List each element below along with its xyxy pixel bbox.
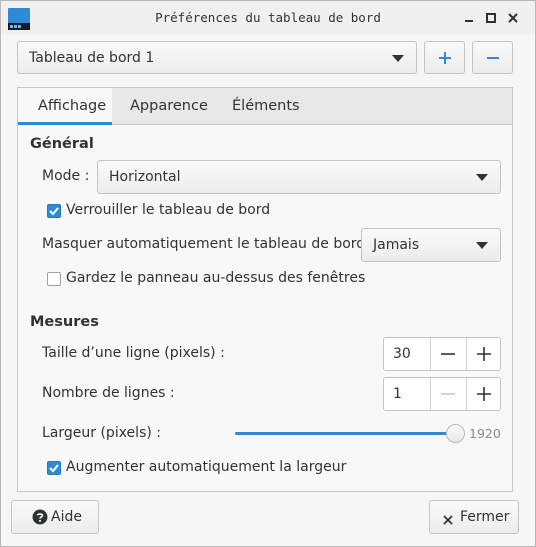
minus-icon xyxy=(441,393,455,395)
row-count-spinbutton[interactable]: 1 xyxy=(383,377,501,411)
measures-heading: Mesures xyxy=(30,314,99,330)
width-slider-handle[interactable] xyxy=(446,424,465,443)
checkmark-icon xyxy=(49,464,59,473)
width-label: Largeur (pixels) : xyxy=(42,425,161,441)
minimize-icon[interactable] xyxy=(461,10,477,26)
tab-affichage[interactable]: Affichage xyxy=(18,88,112,125)
checkmark-icon xyxy=(49,207,59,216)
tab-label: Apparence xyxy=(130,98,208,114)
plus-icon xyxy=(477,387,491,401)
keep-above-checkbox[interactable] xyxy=(47,272,61,286)
row-size-value[interactable]: 30 xyxy=(393,346,411,362)
auto-width-label[interactable]: Augmenter automatiquement la largeur xyxy=(66,459,346,475)
close-label: Fermer xyxy=(460,509,510,525)
window-title: Préférences du tableau de bord xyxy=(155,10,381,25)
tab-apparence[interactable]: Apparence xyxy=(130,88,208,124)
auto-width-checkbox[interactable] xyxy=(47,461,61,475)
help-button[interactable]: Aide xyxy=(11,500,99,534)
autohide-combo[interactable]: Jamais xyxy=(361,228,501,262)
row-size-decrement[interactable] xyxy=(430,338,467,370)
keep-above-label[interactable]: Gardez le panneau au-dessus des fenêtres xyxy=(66,270,365,286)
row-count-increment[interactable] xyxy=(466,378,501,410)
autohide-label: Masquer automatiquement le tableau de bo… xyxy=(42,236,375,252)
help-label: Aide xyxy=(51,509,82,525)
row-count-value[interactable]: 1 xyxy=(393,386,402,402)
panel-preferences-window: Préférences du tableau de bord Tableau d… xyxy=(0,0,536,547)
chevron-down-icon xyxy=(392,54,404,62)
help-icon xyxy=(32,509,48,525)
mode-value: Horizontal xyxy=(109,169,181,185)
panel-selector-combo[interactable]: Tableau de bord 1 xyxy=(17,41,417,74)
minus-icon xyxy=(487,57,499,59)
mode-combo[interactable]: Horizontal xyxy=(97,160,501,194)
row-count-decrement xyxy=(430,378,467,410)
tab-label: Affichage xyxy=(38,98,107,114)
row-count-label: Nombre de lignes : xyxy=(42,385,175,401)
plus-icon xyxy=(477,347,491,361)
width-value: 1920 xyxy=(469,426,501,441)
tab-elements[interactable]: Éléments xyxy=(232,88,300,124)
panel-selector-value: Tableau de bord 1 xyxy=(29,49,155,66)
row-size-increment[interactable] xyxy=(466,338,501,370)
title-bar[interactable]: Préférences du tableau de bord xyxy=(1,1,535,35)
minus-icon xyxy=(441,353,455,355)
tab-label: Éléments xyxy=(232,98,300,114)
autohide-value: Jamais xyxy=(373,237,420,253)
chevron-down-icon xyxy=(476,174,488,181)
mode-label: Mode : xyxy=(42,168,90,184)
general-heading: Général xyxy=(30,136,94,152)
tab-bar: Affichage Apparence Éléments xyxy=(18,88,512,125)
close-button[interactable]: Fermer xyxy=(429,500,519,534)
maximize-icon[interactable] xyxy=(483,10,499,26)
lock-panel-label[interactable]: Verrouiller le tableau de bord xyxy=(66,202,270,218)
close-icon xyxy=(443,513,453,525)
row-size-spinbutton[interactable]: 30 xyxy=(383,337,501,371)
chevron-down-icon xyxy=(476,242,488,249)
width-slider-track[interactable] xyxy=(235,432,457,435)
remove-panel-button[interactable] xyxy=(472,41,513,74)
lock-panel-checkbox[interactable] xyxy=(47,204,61,218)
row-size-label: Taille d’une ligne (pixels) : xyxy=(42,345,225,361)
close-icon[interactable] xyxy=(505,10,521,26)
plus-icon xyxy=(439,52,451,64)
add-panel-button[interactable] xyxy=(424,41,465,74)
